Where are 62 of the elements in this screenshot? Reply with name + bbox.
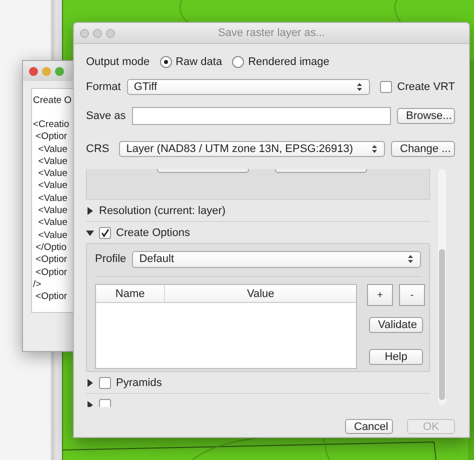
radio-button[interactable] xyxy=(160,56,172,68)
column-header[interactable]: Value xyxy=(165,285,356,302)
stepper-arrows-icon xyxy=(407,254,414,264)
minimize-light-icon[interactable] xyxy=(42,66,51,76)
stepper-arrows-icon xyxy=(356,82,364,92)
options-table[interactable]: Name Value xyxy=(95,284,357,369)
code-line: </Optio xyxy=(34,242,68,254)
zoom-light-icon[interactable] xyxy=(106,28,115,38)
code-line: <Value xyxy=(37,156,68,168)
code-line: <Value xyxy=(37,205,68,218)
remove-button[interactable]: - xyxy=(399,284,425,306)
section-title: Resolution (current: layer) xyxy=(99,204,226,216)
minimize-light-icon[interactable] xyxy=(93,28,102,38)
save-as-label: Save as xyxy=(86,110,126,122)
code-line: <Optior xyxy=(34,254,68,267)
code-line: <Optior xyxy=(34,266,68,279)
help-button[interactable]: Help xyxy=(369,349,423,365)
collapsed-arrow-icon[interactable] xyxy=(86,206,94,214)
checkbox-label: Create VRT xyxy=(397,81,455,93)
checkbox[interactable] xyxy=(99,398,111,407)
column-header[interactable]: Name xyxy=(96,285,166,302)
radio-label: Raw data xyxy=(176,56,222,68)
close-light-icon[interactable] xyxy=(29,66,38,76)
collapsed-arrow-icon[interactable] xyxy=(86,378,94,386)
profile-dropdown[interactable]: Default xyxy=(132,250,421,268)
code-line: <Value xyxy=(37,180,68,193)
stepper-arrows-icon xyxy=(371,144,378,154)
checkbox[interactable] xyxy=(99,376,111,388)
code-line: <Creatio xyxy=(33,119,70,132)
checkbox[interactable] xyxy=(99,226,111,238)
checkbox[interactable] xyxy=(380,81,392,93)
code-line: <Value xyxy=(37,230,68,242)
code-line: /> xyxy=(33,278,42,292)
dialog-button[interactable]: Cancel xyxy=(345,419,393,434)
collapsed-arrow-icon[interactable] xyxy=(86,400,94,407)
add-button[interactable]: + xyxy=(367,284,393,306)
section-title: Create Options xyxy=(116,226,190,238)
format-dropdown[interactable]: GTiff xyxy=(126,79,370,95)
format-label: Format xyxy=(86,81,121,93)
code-line: <Optior xyxy=(34,131,68,144)
change-button[interactable]: Change ... xyxy=(391,141,455,157)
crs-dropdown[interactable]: Layer (NAD83 / UTM zone 13N, EPSG:26913) xyxy=(119,141,385,157)
radio-button[interactable] xyxy=(232,56,244,68)
browse-button[interactable]: Browse... xyxy=(397,108,455,124)
profile-label: Profile xyxy=(95,253,126,265)
code-line: <Value xyxy=(37,168,68,180)
crs-label: CRS xyxy=(86,143,110,155)
validate-button[interactable]: Validate xyxy=(369,317,423,333)
section-title: Pyramids xyxy=(116,376,162,388)
window-title: Save raster layer as... xyxy=(218,27,325,39)
zoom-light-icon[interactable] xyxy=(55,66,64,76)
options-heading: Create O xyxy=(33,95,73,106)
scrollbar-thumb[interactable] xyxy=(439,249,445,400)
expanded-arrow-icon[interactable] xyxy=(86,228,94,236)
code-line: <Value xyxy=(37,192,68,206)
output-mode-label: Output mode xyxy=(86,56,150,68)
close-light-icon[interactable] xyxy=(80,28,89,38)
code-line: <Value xyxy=(37,144,68,156)
save-as-field[interactable] xyxy=(132,107,391,125)
radio-label: Rendered image xyxy=(248,56,330,68)
code-line: <Optior xyxy=(34,291,68,304)
code-line: <Value xyxy=(37,217,68,230)
